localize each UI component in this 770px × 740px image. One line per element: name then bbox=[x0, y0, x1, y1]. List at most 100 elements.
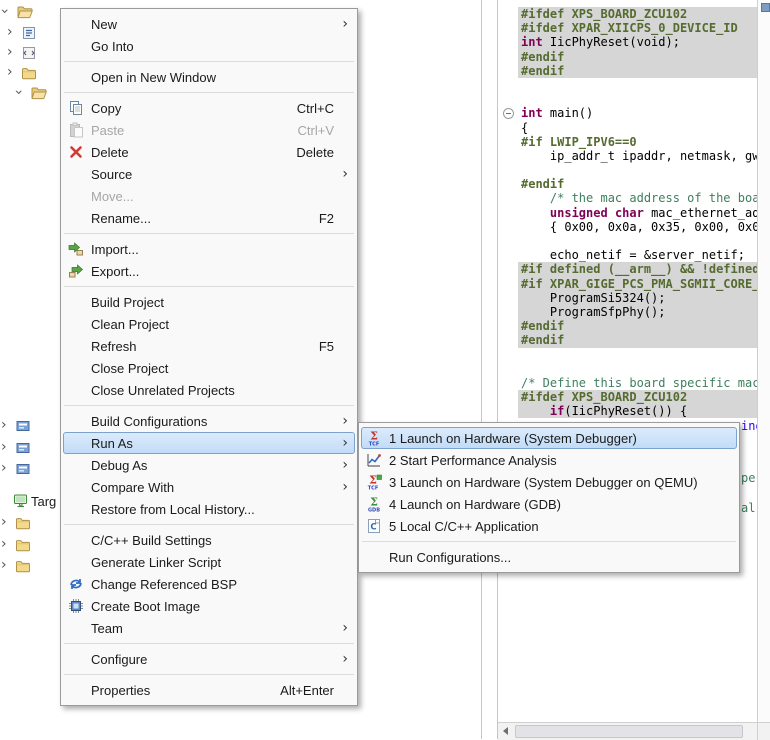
menu-item-label: Import... bbox=[91, 242, 139, 257]
code-line: { 0x00, 0x0a, 0x35, 0x00, 0x01, bbox=[518, 220, 757, 234]
scroll-left-icon[interactable] bbox=[503, 727, 508, 735]
menu-item-close-unrelated-projects[interactable]: Close Unrelated Projects bbox=[63, 379, 355, 401]
chevron-collapsed-icon[interactable] bbox=[1, 536, 7, 553]
menu-item-paste[interactable]: PasteCtrl+V bbox=[63, 119, 355, 141]
menu-item-label: Change Referenced BSP bbox=[91, 577, 237, 592]
code-line: unsigned char mac_ethernet_addre bbox=[518, 206, 757, 220]
menu-item-delete[interactable]: DeleteDelete bbox=[63, 141, 355, 163]
menu-icon-slot bbox=[66, 413, 86, 429]
horizontal-scrollbar[interactable] bbox=[498, 722, 757, 740]
menu-item-open-in-new-window[interactable]: Open in New Window bbox=[63, 66, 355, 88]
menu-icon-slot bbox=[66, 651, 86, 667]
code-line: ProgramSi5324(); bbox=[518, 291, 757, 305]
menu-item-close-project[interactable]: Close Project bbox=[63, 357, 355, 379]
menu-item-new[interactable]: New bbox=[63, 13, 355, 35]
tree-item-bsp-project[interactable] bbox=[0, 460, 62, 478]
tree-item-folder[interactable] bbox=[0, 514, 62, 532]
code-line bbox=[518, 362, 757, 376]
menu-item-shortcut: F5 bbox=[319, 339, 334, 354]
tree-item-folder[interactable] bbox=[0, 557, 62, 575]
menu-item-label: Run Configurations... bbox=[389, 550, 511, 565]
menu-item-generate-linker-script[interactable]: Generate Linker Script bbox=[63, 551, 355, 573]
submenu-arrow-icon bbox=[342, 414, 348, 428]
menu-item-label: Export... bbox=[91, 264, 139, 279]
menu-item-source[interactable]: Source bbox=[63, 163, 355, 185]
menu-separator bbox=[362, 541, 736, 542]
menu-item-restore-from-local-history[interactable]: Restore from Local History... bbox=[63, 498, 355, 520]
code-line: ProgramSfpPhy(); bbox=[518, 305, 757, 319]
menu-item-label: Close Project bbox=[91, 361, 168, 376]
menu-item-refresh[interactable]: Refresh F5 bbox=[63, 335, 355, 357]
menu-item-label: Debug As bbox=[91, 458, 147, 473]
submenu-arrow-icon bbox=[342, 621, 348, 635]
menu-item-configure[interactable]: Configure bbox=[63, 648, 355, 670]
menu-icon-slot bbox=[66, 360, 86, 376]
chevron-collapsed-icon[interactable] bbox=[1, 514, 7, 531]
menu-item-3-launch-on-hardware-system-debugger-on-qemu[interactable]: ΣTCF3 Launch on Hardware (System Debugge… bbox=[361, 471, 737, 493]
ruler-annotation-mark[interactable] bbox=[761, 3, 770, 12]
tree-item-bsp-project[interactable] bbox=[0, 417, 62, 435]
menu-item-run-configurations[interactable]: Run Configurations... bbox=[361, 546, 737, 568]
menu-icon-slot bbox=[66, 457, 86, 473]
chevron-collapsed-icon[interactable] bbox=[7, 64, 13, 81]
svg-text:GDB: GDB bbox=[368, 508, 380, 513]
menu-item-go-into[interactable]: Go Into bbox=[63, 35, 355, 57]
chevron-expanded-icon[interactable] bbox=[0, 8, 13, 14]
panel-sash[interactable] bbox=[482, 0, 498, 739]
menu-item-run-as[interactable]: Run As bbox=[63, 432, 355, 454]
tree-item-folder[interactable] bbox=[0, 64, 62, 82]
context-menu: NewGo IntoOpen in New WindowCopyCtrl+CPa… bbox=[60, 8, 358, 706]
menu-item-build-project[interactable]: Build Project bbox=[63, 291, 355, 313]
tcf-icon: ΣTCF bbox=[364, 430, 384, 446]
menu-item-create-boot-image[interactable]: Create Boot Image bbox=[63, 595, 355, 617]
includes-icon bbox=[21, 45, 37, 61]
tree-item-bsp-project[interactable] bbox=[0, 439, 62, 457]
chevron-collapsed-icon[interactable] bbox=[7, 44, 13, 61]
menu-item-team[interactable]: Team bbox=[63, 617, 355, 639]
menu-item-label: Clean Project bbox=[91, 317, 169, 332]
menu-item-1-launch-on-hardware-system-debugger[interactable]: ΣTCF1 Launch on Hardware (System Debugge… bbox=[361, 427, 737, 449]
tree-item-folder[interactable] bbox=[0, 536, 62, 554]
code-line: #if LWIP_IPV6==0 bbox=[518, 135, 757, 149]
chevron-expanded-icon[interactable] bbox=[10, 89, 27, 95]
menu-item-compare-with[interactable]: Compare With bbox=[63, 476, 355, 498]
menu-item-export[interactable]: Export... bbox=[63, 260, 355, 282]
menu-item-label: Refresh bbox=[91, 339, 137, 354]
c-app-icon: C bbox=[364, 518, 384, 534]
scrollbar-thumb[interactable] bbox=[515, 725, 743, 738]
code-line: #endif bbox=[518, 64, 757, 78]
menu-item-debug-as[interactable]: Debug As bbox=[63, 454, 355, 476]
menu-item-clean-project[interactable]: Clean Project bbox=[63, 313, 355, 335]
tree-item-target-connections[interactable]: Targ bbox=[0, 492, 62, 510]
chevron-collapsed-icon[interactable] bbox=[1, 417, 7, 434]
menu-item-c-c-build-settings[interactable]: C/C++ Build Settings bbox=[63, 529, 355, 551]
chevron-collapsed-icon[interactable] bbox=[7, 24, 13, 41]
copy-icon bbox=[66, 100, 86, 116]
fold-collapse-icon[interactable] bbox=[503, 108, 514, 119]
chevron-collapsed-icon[interactable] bbox=[1, 557, 7, 574]
menu-item-label: Paste bbox=[91, 123, 124, 138]
menu-item-build-configurations[interactable]: Build Configurations bbox=[63, 410, 355, 432]
chevron-collapsed-icon[interactable] bbox=[1, 439, 7, 456]
code-line: /* Define this board specific macro bbox=[518, 376, 757, 390]
tree-item-includes[interactable] bbox=[0, 44, 62, 62]
overview-ruler[interactable] bbox=[757, 0, 770, 722]
menu-item-change-referenced-bsp[interactable]: Change Referenced BSP bbox=[63, 573, 355, 595]
menu-item-label: New bbox=[91, 17, 117, 32]
menu-item-copy[interactable]: CopyCtrl+C bbox=[63, 97, 355, 119]
code-editor[interactable]: #ifdef XPS_BOARD_ZCU102#ifdef XPAR_XIICP… bbox=[498, 0, 757, 722]
menu-item-4-launch-on-hardware-gdb[interactable]: ΣGDB4 Launch on Hardware (GDB) bbox=[361, 493, 737, 515]
tree-item-binaries[interactable] bbox=[0, 24, 62, 42]
menu-item-5-local-c-c-application[interactable]: C5 Local C/C++ Application bbox=[361, 515, 737, 537]
menu-item-import[interactable]: Import... bbox=[63, 238, 355, 260]
menu-item-rename[interactable]: Rename...F2 bbox=[63, 207, 355, 229]
tree-item-subfolder[interactable] bbox=[0, 84, 62, 102]
menu-item-move[interactable]: Move... bbox=[63, 185, 355, 207]
menu-item-2-start-performance-analysis[interactable]: 2 Start Performance Analysis bbox=[361, 449, 737, 471]
menu-icon-slot bbox=[66, 294, 86, 310]
tree-item-project[interactable] bbox=[0, 3, 62, 21]
chevron-collapsed-icon[interactable] bbox=[1, 460, 7, 477]
menu-icon-slot bbox=[66, 479, 86, 495]
menu-item-properties[interactable]: PropertiesAlt+Enter bbox=[63, 679, 355, 701]
menu-separator bbox=[64, 92, 354, 93]
